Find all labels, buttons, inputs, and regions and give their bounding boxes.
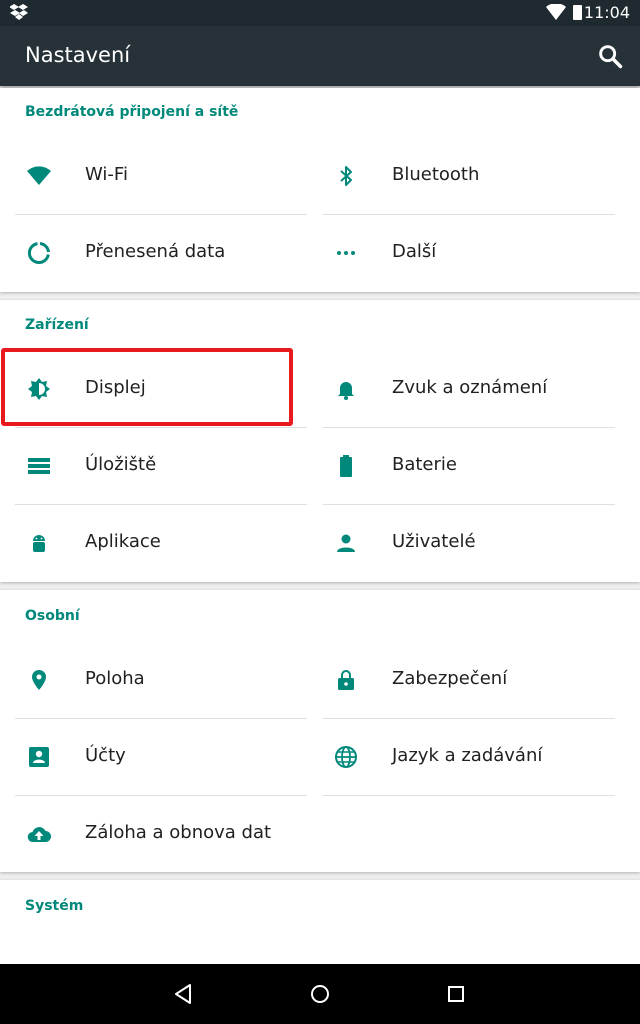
android-icon — [33, 535, 45, 552]
back-icon[interactable] — [172, 982, 196, 1006]
settings-item-label: Zvuk a oznámení — [392, 377, 548, 398]
settings-item-language[interactable]: Jazyk a zadávání — [322, 719, 612, 795]
bluetooth-icon — [340, 166, 352, 186]
cloud-upload-icon — [27, 827, 51, 843]
section-title: Zařízení — [25, 317, 89, 333]
settings-item-sound[interactable]: Zvuk a oznámení — [322, 351, 612, 427]
highlight-box — [1, 348, 293, 426]
lock-icon — [338, 670, 354, 690]
location-icon — [32, 670, 46, 690]
divider — [323, 795, 615, 796]
settings-item-label: Účty — [85, 745, 126, 766]
page-title: Nastavení — [25, 43, 131, 67]
section-personal: Osobní Poloha Zabezpečení Účty Jazyk a z… — [0, 590, 640, 872]
section-wireless: Bezdrátová připojení a sítě Wi-Fi Blueto… — [0, 88, 640, 292]
section-title: Systém — [25, 898, 84, 914]
section-title: Bezdrátová připojení a sítě — [25, 104, 239, 120]
wifi-icon — [27, 166, 51, 185]
more-icon — [337, 251, 355, 255]
settings-item-apps[interactable]: Aplikace — [15, 505, 305, 581]
settings-item-accounts[interactable]: Účty — [15, 719, 305, 795]
settings-item-label: Aplikace — [85, 531, 161, 552]
settings-item-storage[interactable]: Úložiště — [15, 428, 305, 504]
bell-icon — [338, 382, 354, 400]
person-icon — [337, 534, 355, 552]
settings-item-bluetooth[interactable]: Bluetooth — [322, 138, 612, 214]
account-box-icon — [29, 747, 49, 767]
settings-item-label: Záloha a obnova dat — [85, 822, 272, 843]
settings-item-label: Přenesená data — [85, 241, 226, 262]
app-bar: Nastavení — [0, 26, 640, 86]
status-bar: 11:04 — [0, 0, 640, 26]
settings-item-label: Wi-Fi — [85, 164, 128, 185]
section-title: Osobní — [25, 608, 80, 624]
settings-item-users[interactable]: Uživatelé — [322, 505, 612, 581]
recents-icon[interactable] — [444, 982, 468, 1006]
section-system: Systém — [0, 880, 640, 970]
wifi-icon — [546, 4, 566, 20]
data-usage-icon — [27, 242, 50, 264]
settings-item-label: Jazyk a zadávání — [392, 745, 543, 766]
settings-item-location[interactable]: Poloha — [15, 642, 305, 718]
settings-item-label: Úložiště — [85, 454, 157, 475]
settings-item-more[interactable]: Další — [322, 215, 612, 291]
settings-item-label: Bluetooth — [392, 164, 480, 185]
globe-icon — [335, 746, 357, 768]
settings-item-label: Baterie — [392, 454, 457, 475]
dropbox-icon — [10, 4, 28, 20]
battery-icon — [340, 455, 352, 477]
battery-icon — [573, 5, 582, 20]
status-time: 11:04 — [583, 3, 630, 22]
settings-item-label: Zabezpečení — [392, 668, 508, 689]
search-icon[interactable] — [596, 42, 624, 70]
section-device: Zařízení Displej Zvuk a oznámení Úložišt… — [0, 300, 640, 582]
home-icon[interactable] — [308, 982, 332, 1006]
navigation-bar — [0, 964, 640, 1024]
settings-item-security[interactable]: Zabezpečení — [322, 642, 612, 718]
settings-item-backup[interactable]: Záloha a obnova dat — [15, 796, 355, 872]
storage-icon — [28, 458, 50, 474]
settings-item-wifi[interactable]: Wi-Fi — [15, 138, 305, 214]
settings-item-label: Další — [392, 241, 437, 262]
settings-item-label: Uživatelé — [392, 531, 476, 552]
settings-item-data-usage[interactable]: Přenesená data — [15, 215, 305, 291]
settings-item-label: Poloha — [85, 668, 145, 689]
settings-item-battery[interactable]: Baterie — [322, 428, 612, 504]
